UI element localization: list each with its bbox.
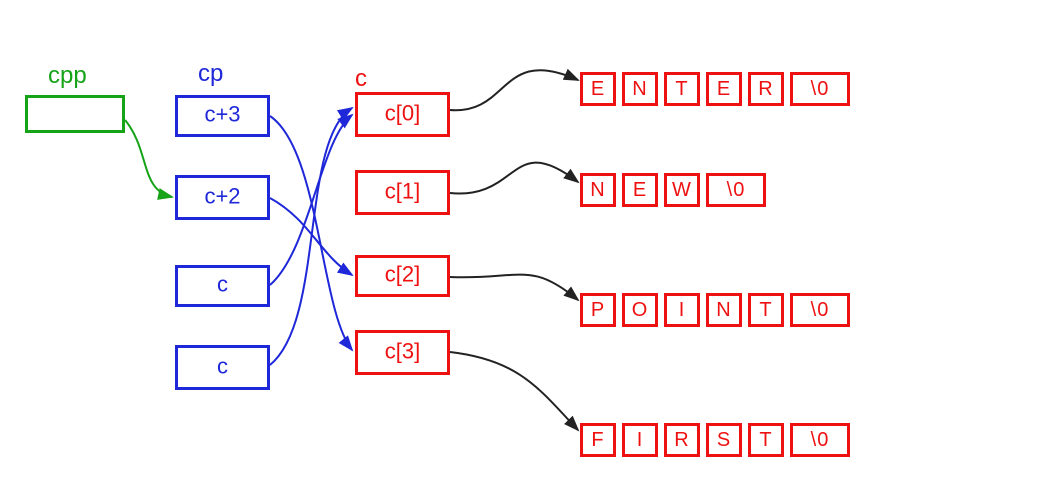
string-row-enter: ENTER\0 xyxy=(580,72,856,106)
string-row-first: FIRST\0 xyxy=(580,423,856,457)
string-cell: N xyxy=(706,293,742,327)
cpp-label: cpp xyxy=(48,62,87,90)
c-box-0-text: c[0] xyxy=(358,100,447,126)
cp-box-2-text: c xyxy=(178,272,267,298)
string-cell: T xyxy=(748,423,784,457)
arrow-cp3-to-c0 xyxy=(270,108,352,365)
c-box-2: c[2] xyxy=(355,255,450,297)
c-box-0: c[0] xyxy=(355,92,450,137)
cp-box-0-text: c+3 xyxy=(178,102,267,128)
string-cell: \0 xyxy=(790,423,850,457)
c-box-1-text: c[1] xyxy=(358,178,447,204)
cp-box-1: c+2 xyxy=(175,175,270,220)
string-cell: R xyxy=(748,72,784,106)
cp-box-0: c+3 xyxy=(175,95,270,137)
arrow-c2-to-point xyxy=(450,275,578,300)
string-cell: I xyxy=(664,293,700,327)
cp-box-3: c xyxy=(175,345,270,390)
string-cell: O xyxy=(622,293,658,327)
string-cell: P xyxy=(580,293,616,327)
string-cell: I xyxy=(622,423,658,457)
cp-box-3-text: c xyxy=(178,353,267,379)
string-row-new: NEW\0 xyxy=(580,173,772,207)
string-cell: E xyxy=(580,72,616,106)
string-cell: N xyxy=(622,72,658,106)
string-cell: T xyxy=(748,293,784,327)
cp-box-2: c xyxy=(175,265,270,307)
string-cell: S xyxy=(706,423,742,457)
arrow-cp1-to-c2 xyxy=(270,198,352,275)
arrow-c0-to-enter xyxy=(450,70,578,110)
c-box-3-text: c[3] xyxy=(358,338,447,364)
arrow-cp2-to-c0 xyxy=(270,115,352,285)
arrow-c1-to-new xyxy=(450,163,578,194)
string-cell: T xyxy=(664,72,700,106)
c-box-3: c[3] xyxy=(355,330,450,375)
string-cell: \0 xyxy=(790,293,850,327)
string-cell: \0 xyxy=(790,72,850,106)
arrow-cpp-to-cp xyxy=(125,120,172,197)
c-label: c xyxy=(355,65,367,93)
cp-box-1-text: c+2 xyxy=(178,183,267,209)
cp-label: cp xyxy=(198,60,223,88)
c-box-1: c[1] xyxy=(355,170,450,215)
string-cell: E xyxy=(706,72,742,106)
arrows-overlay xyxy=(0,0,1038,500)
string-cell: F xyxy=(580,423,616,457)
string-cell: N xyxy=(580,173,616,207)
string-cell: \0 xyxy=(706,173,766,207)
string-cell: R xyxy=(664,423,700,457)
cpp-box xyxy=(25,95,125,133)
string-cell: W xyxy=(664,173,700,207)
string-row-point: POINT\0 xyxy=(580,293,856,327)
string-cell: E xyxy=(622,173,658,207)
c-box-2-text: c[2] xyxy=(358,262,447,288)
arrow-cp0-to-c3 xyxy=(270,116,352,350)
arrow-c3-to-first xyxy=(450,352,578,430)
